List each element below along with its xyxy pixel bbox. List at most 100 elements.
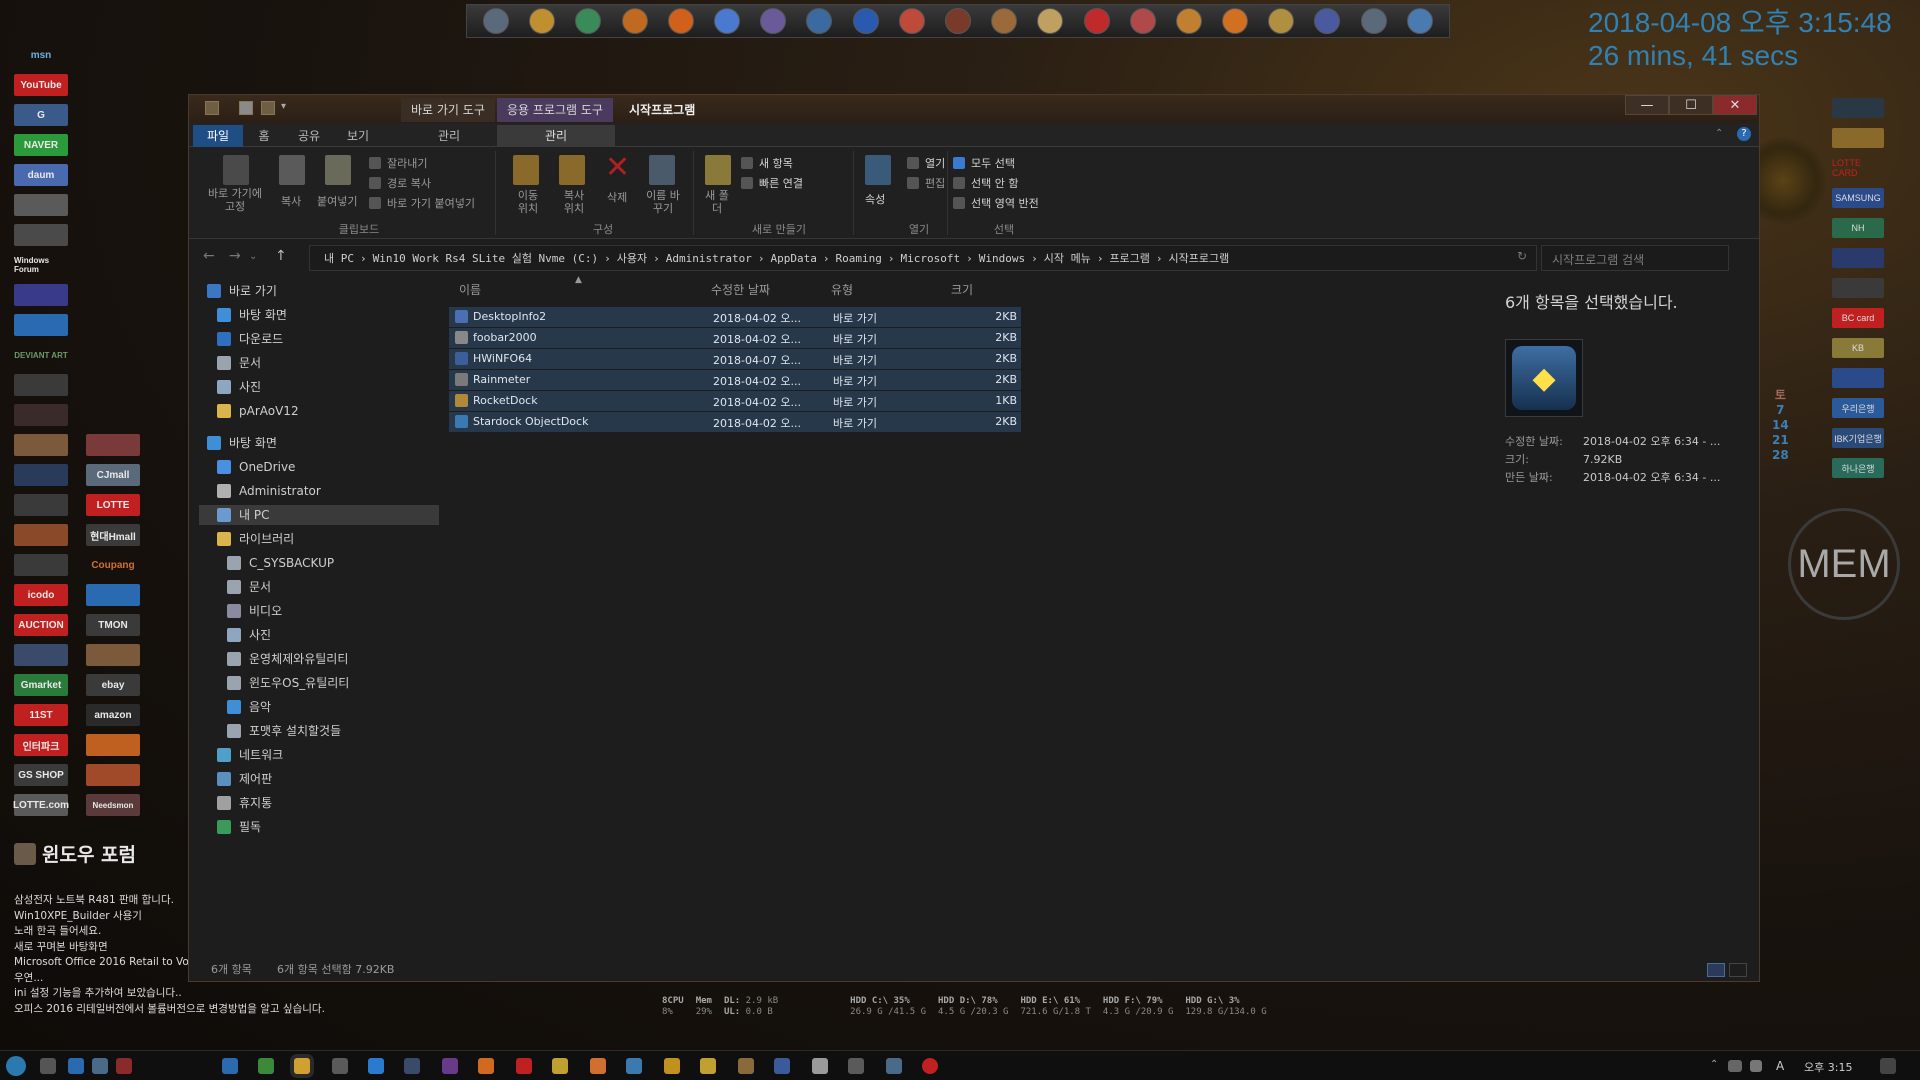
- nav-documents[interactable]: 문서: [217, 353, 261, 373]
- shortcut-bank[interactable]: [1832, 128, 1884, 148]
- taskbar-clock[interactable]: 오후 3:15: [1804, 1059, 1852, 1075]
- tray-overflow-icon[interactable]: ⌃: [1710, 1059, 1718, 1070]
- file-row-selected[interactable]: Stardock ObjectDock 2018-04-02 오... 바로 가…: [449, 412, 1021, 432]
- nav-must-read[interactable]: 필독: [217, 817, 261, 837]
- taskbar-app-icon[interactable]: [664, 1058, 680, 1074]
- nav-administrator[interactable]: Administrator: [217, 481, 321, 501]
- dock-app-icon[interactable]: [483, 8, 510, 34]
- shortcut-item[interactable]: [14, 224, 68, 246]
- shortcut-gmarket[interactable]: Gmarket: [14, 674, 68, 696]
- shortcut-item[interactable]: [14, 644, 68, 666]
- shortcut-msn[interactable]: msn: [14, 44, 68, 66]
- file-explorer-icon[interactable]: [294, 1058, 310, 1074]
- shortcut-item[interactable]: [14, 554, 68, 576]
- shortcut-deviantart[interactable]: DEVIANT ART: [14, 344, 68, 366]
- shortcut-hmall[interactable]: 현대Hmall: [86, 524, 140, 546]
- taskbar-app-icon[interactable]: [116, 1058, 132, 1074]
- paste-icon[interactable]: [325, 155, 351, 185]
- shortcut-item[interactable]: [14, 434, 68, 456]
- nav-videos[interactable]: 비디오: [227, 601, 282, 621]
- shortcut-ibk[interactable]: IBK기업은행: [1832, 428, 1884, 448]
- delete-button[interactable]: 삭제: [607, 189, 627, 205]
- nav-libraries[interactable]: 라이브러리: [217, 529, 294, 549]
- shortcut-item[interactable]: [14, 524, 68, 546]
- copy-button[interactable]: 복사: [281, 193, 301, 209]
- move-to-button[interactable]: 이동 위치: [513, 189, 543, 215]
- invert-selection-button[interactable]: 선택 영역 반전: [971, 195, 1039, 211]
- taskbar-app-icon[interactable]: [774, 1058, 790, 1074]
- taskbar-app-icon[interactable]: [812, 1058, 828, 1074]
- nav-control-panel[interactable]: 제어판: [217, 769, 272, 789]
- taskbar-app-icon[interactable]: [404, 1058, 420, 1074]
- select-none-icon[interactable]: [953, 177, 965, 189]
- file-row-selected[interactable]: HWiNFO64 2018-04-07 오... 바로 가기 2KB: [449, 349, 1021, 369]
- dock-app-icon[interactable]: [760, 8, 787, 34]
- new-item-button[interactable]: 새 항목: [759, 155, 793, 171]
- shortcut-samsung[interactable]: SAMSUNG: [1832, 188, 1884, 208]
- new-item-icon[interactable]: [741, 157, 753, 169]
- nav-windows-os-utilities[interactable]: 윈도우OS_유틸리티: [227, 673, 349, 693]
- tab-view[interactable]: 보기: [333, 125, 383, 147]
- nav-pictures[interactable]: 사진: [217, 377, 261, 397]
- taskbar-app-icon[interactable]: [552, 1058, 568, 1074]
- dock-app-icon[interactable]: [575, 8, 602, 34]
- help-icon[interactable]: ?: [1737, 127, 1751, 141]
- shortcut-bank[interactable]: [1832, 248, 1884, 268]
- dock-app-icon[interactable]: [944, 8, 971, 34]
- nav-onedrive[interactable]: OneDrive: [217, 457, 295, 477]
- forum-post-link[interactable]: 노래 한곡 들어세요.: [14, 924, 194, 940]
- dock-app-icon[interactable]: [1037, 8, 1064, 34]
- open-button[interactable]: 열기: [925, 155, 945, 171]
- ime-indicator[interactable]: A: [1776, 1059, 1784, 1073]
- cut-button[interactable]: 잘라내기: [387, 155, 427, 171]
- shortcut-11st[interactable]: 11ST: [14, 704, 68, 726]
- dock-app-icon[interactable]: [1175, 8, 1202, 34]
- properties-icon[interactable]: [865, 155, 891, 185]
- details-view-icon[interactable]: [1707, 963, 1725, 977]
- taskbar-app-icon[interactable]: [258, 1058, 274, 1074]
- nav-this-pc[interactable]: 내 PC: [199, 505, 439, 525]
- file-row-selected[interactable]: foobar2000 2018-04-02 오... 바로 가기 2KB: [449, 328, 1021, 348]
- cut-icon[interactable]: [369, 157, 381, 169]
- shortcut-lotte[interactable]: LOTTE: [86, 494, 140, 516]
- dock-app-icon[interactable]: [621, 8, 648, 34]
- select-all-button[interactable]: 모두 선택: [971, 155, 1015, 171]
- shortcut-bank[interactable]: [1832, 368, 1884, 388]
- breadcrumb[interactable]: Microsoft: [900, 252, 960, 265]
- dock-app-icon[interactable]: [1314, 8, 1341, 34]
- shortcut-coupang[interactable]: Coupang: [86, 554, 140, 576]
- edge-icon[interactable]: [222, 1058, 238, 1074]
- file-row-selected[interactable]: Rainmeter 2018-04-02 오... 바로 가기 2KB: [449, 370, 1021, 390]
- tab-file[interactable]: 파일: [193, 125, 243, 147]
- tab-share[interactable]: 공유: [285, 125, 333, 147]
- tab-manage-shortcut[interactable]: 관리: [401, 125, 497, 147]
- shortcut-item[interactable]: [14, 494, 68, 516]
- up-arrow-icon[interactable]: ↑: [275, 248, 287, 264]
- file-row-selected[interactable]: DesktopInfo2 2018-04-02 오... 바로 가기 2KB: [449, 307, 1021, 327]
- nav-lib-documents[interactable]: 문서: [227, 577, 271, 597]
- breadcrumb[interactable]: Windows: [979, 252, 1025, 265]
- taskbar-app-icon[interactable]: [886, 1058, 902, 1074]
- shortcut-gsshop[interactable]: GS SHOP: [14, 764, 68, 786]
- properties-qat-icon[interactable]: [239, 101, 253, 115]
- shortcut-item[interactable]: [14, 284, 68, 306]
- new-folder-button[interactable]: 새 폴더: [705, 189, 729, 215]
- easy-access-icon[interactable]: [741, 177, 753, 189]
- search-icon[interactable]: [590, 1058, 606, 1074]
- shortcut-hana[interactable]: 하나은행: [1832, 458, 1884, 478]
- shortcut-bank[interactable]: [1832, 278, 1884, 298]
- paste-shortcut-icon[interactable]: [369, 197, 381, 209]
- shortcut-item[interactable]: [86, 644, 140, 666]
- nav-quick-access[interactable]: 바로 가기: [207, 281, 277, 301]
- breadcrumb[interactable]: 사용자: [617, 250, 647, 266]
- nav-lib-pictures[interactable]: 사진: [227, 625, 271, 645]
- refresh-icon[interactable]: ↻: [1517, 249, 1527, 263]
- edit-button[interactable]: 편집: [925, 175, 945, 191]
- forum-post-link[interactable]: 오피스 2016 리테일버전에서 볼륨버전으로 변경방법을 알고 싶습니다.: [14, 1002, 325, 1018]
- maximize-button[interactable]: ☐: [1669, 95, 1713, 115]
- collapse-ribbon-icon[interactable]: ⌃: [1715, 128, 1723, 139]
- forum-post-link[interactable]: Win10XPE_Builder 사용기: [14, 909, 194, 925]
- rename-icon[interactable]: [649, 155, 675, 185]
- dock-app-icon[interactable]: [1406, 8, 1433, 34]
- file-row-selected[interactable]: RocketDock 2018-04-02 오... 바로 가기 1KB: [449, 391, 1021, 411]
